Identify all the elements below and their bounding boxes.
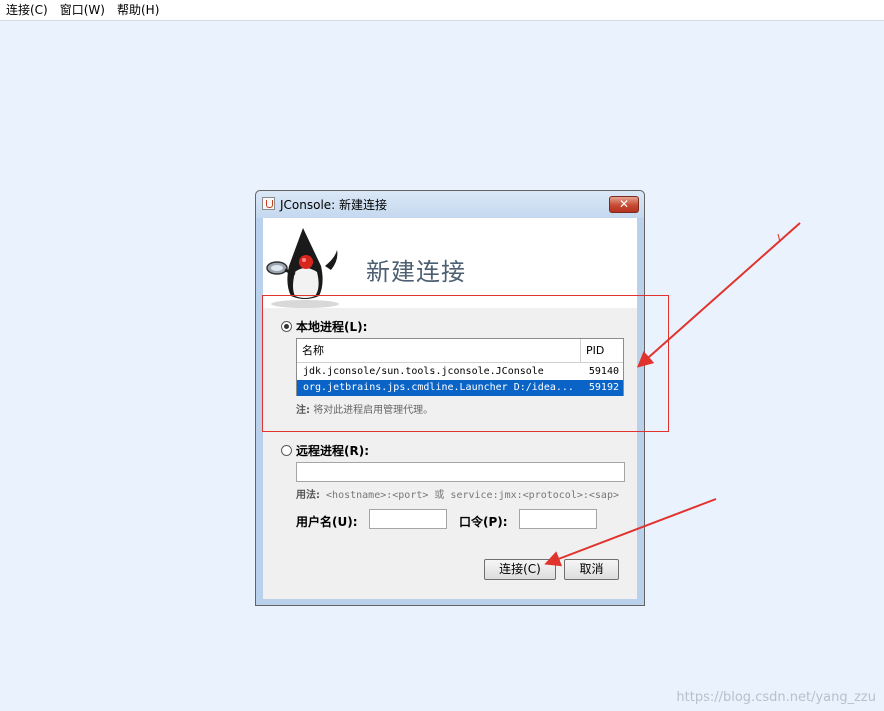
watermark: https://blog.csdn.net/yang_zzu bbox=[676, 690, 876, 705]
annotation-arrows bbox=[544, 222, 801, 567]
arrow-to-connect-button bbox=[544, 498, 717, 567]
arrow-to-process-list bbox=[637, 222, 801, 368]
